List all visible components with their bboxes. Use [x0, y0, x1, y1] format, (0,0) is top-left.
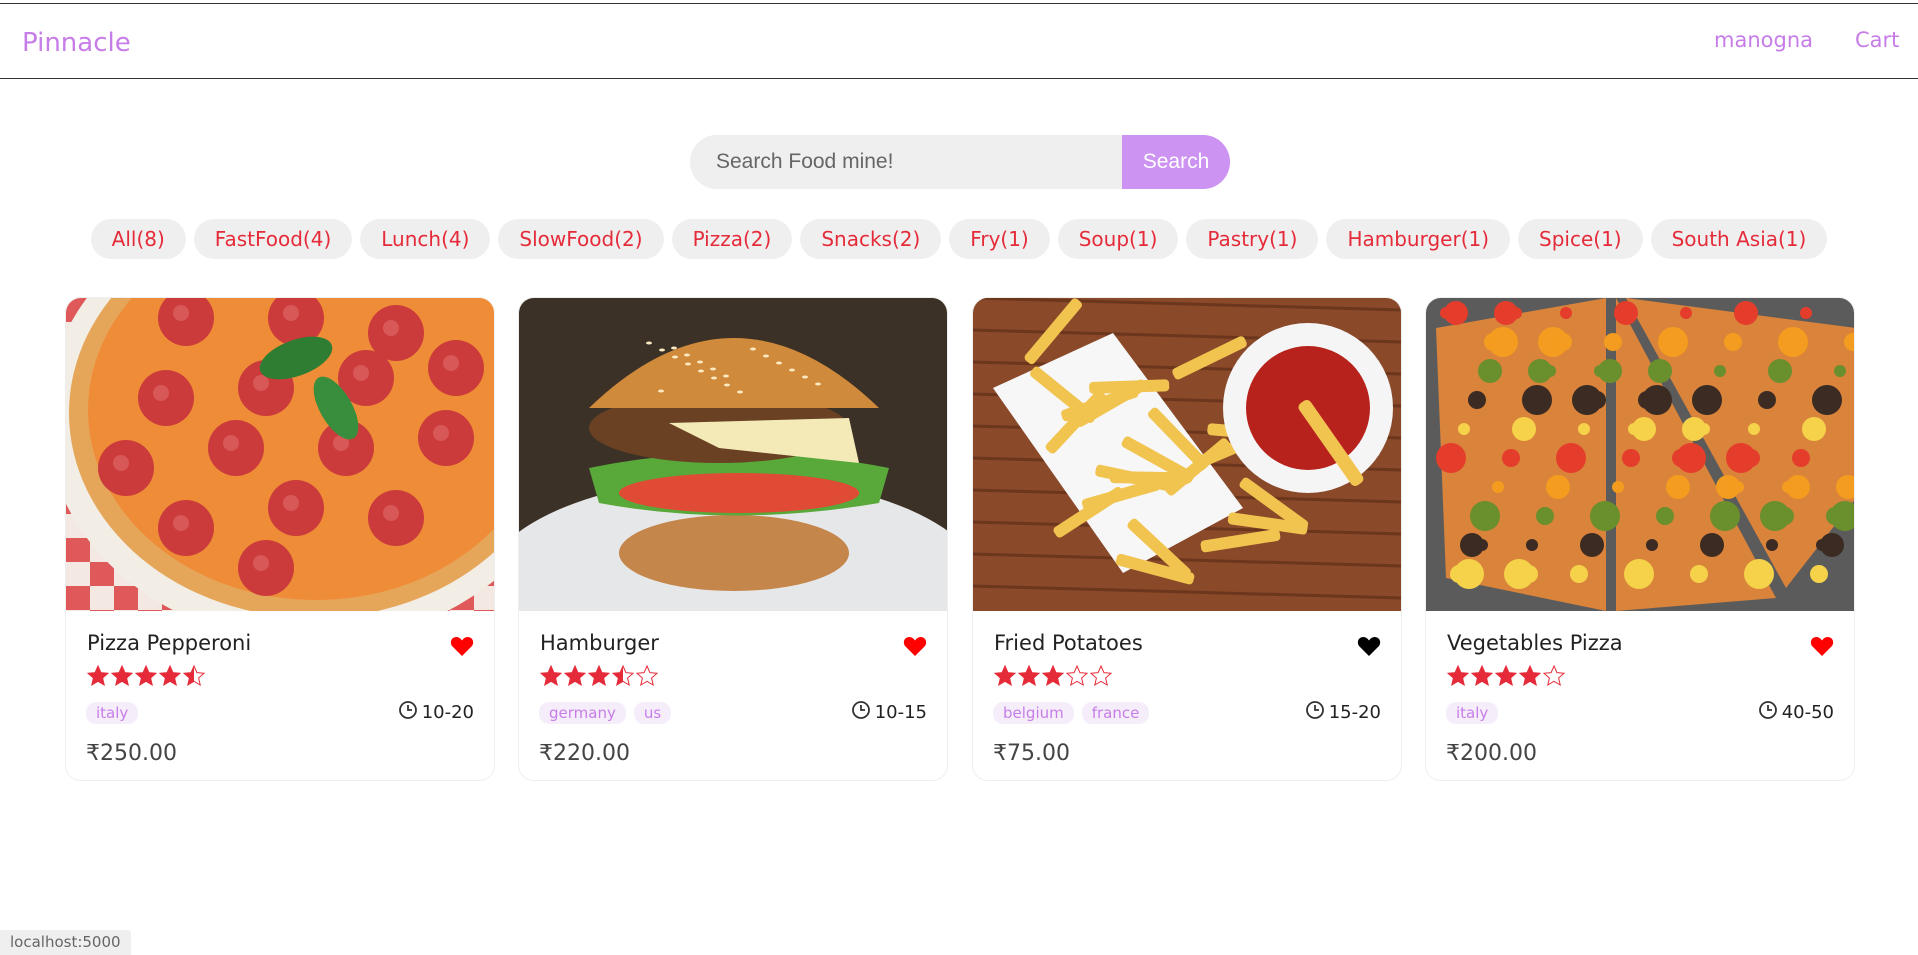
origin-tag: germany	[539, 702, 626, 724]
cook-time: 10-15	[851, 700, 927, 725]
favorite-heart-icon[interactable]	[1357, 635, 1381, 657]
star-icon	[158, 664, 182, 692]
cart-link[interactable]: Cart	[1855, 28, 1899, 52]
tag-chip[interactable]: Pastry(1)	[1186, 219, 1319, 259]
tag-chip[interactable]: SlowFood(2)	[498, 219, 664, 259]
star-icon	[563, 664, 587, 692]
clock-icon	[851, 700, 871, 725]
food-price: ₹75.00	[993, 741, 1070, 766]
origins: italy	[1446, 702, 1499, 724]
cook-time-text: 10-15	[874, 702, 927, 723]
food-name: Vegetables Pizza	[1447, 631, 1623, 655]
favorite-heart-icon[interactable]	[450, 635, 474, 657]
favorite-heart-icon[interactable]	[903, 635, 927, 657]
tag-chip[interactable]: Soup(1)	[1057, 219, 1179, 259]
tags-row: All(8) FastFood(4) Lunch(4) SlowFood(2) Pizz…	[0, 219, 1918, 259]
origin-tag: france	[1081, 702, 1150, 724]
user-link[interactable]: manogna	[1714, 28, 1813, 52]
search-bar: Search	[690, 135, 1230, 189]
cook-time: 40-50	[1758, 700, 1834, 725]
origin-tag: belgium	[993, 702, 1074, 724]
food-price: ₹220.00	[539, 741, 630, 766]
clock-icon	[1758, 700, 1778, 725]
search-input[interactable]	[690, 135, 1122, 189]
star-icon	[1542, 664, 1566, 692]
tag-chip[interactable]: Snacks(2)	[800, 219, 942, 259]
star-rating	[1446, 664, 1566, 690]
tag-chip[interactable]: Hamburger(1)	[1326, 219, 1511, 259]
logo-link[interactable]: Pinnacle	[22, 28, 131, 58]
star-icon	[1446, 664, 1470, 692]
star-icon	[182, 664, 206, 692]
food-card[interactable]: Hamburger germany us 10-15 ₹220.00	[518, 297, 948, 781]
search-button[interactable]: Search	[1122, 135, 1230, 189]
tag-chip[interactable]: Lunch(4)	[360, 219, 491, 259]
food-image[interactable]	[1426, 298, 1854, 611]
food-image[interactable]	[973, 298, 1401, 611]
star-icon	[1041, 664, 1065, 692]
star-icon	[635, 664, 659, 692]
favorite-heart-icon[interactable]	[1810, 635, 1834, 657]
tag-chip[interactable]: Fry(1)	[949, 219, 1050, 259]
star-icon	[587, 664, 611, 692]
tag-chip[interactable]: Pizza(2)	[671, 219, 793, 259]
origin-tag: italy	[1446, 702, 1499, 724]
header: Pinnacle manogna Cart	[0, 3, 1918, 79]
origin-tag: italy	[86, 702, 139, 724]
star-rating	[86, 664, 206, 690]
star-icon	[1065, 664, 1089, 692]
star-icon	[86, 664, 110, 692]
tag-chip[interactable]: Spice(1)	[1518, 219, 1643, 259]
status-url: localhost:5000	[0, 930, 131, 955]
origins: belgium france	[993, 702, 1150, 724]
food-name: Hamburger	[540, 631, 659, 655]
star-icon	[611, 664, 635, 692]
cook-time-text: 10-20	[421, 702, 474, 723]
star-icon	[1470, 664, 1494, 692]
origins: italy	[86, 702, 139, 724]
food-price: ₹250.00	[86, 741, 177, 766]
food-price: ₹200.00	[1446, 741, 1537, 766]
star-icon	[539, 664, 563, 692]
food-card[interactable]: Pizza Pepperoni italy 10-20 ₹250.00	[65, 297, 495, 781]
food-name: Pizza Pepperoni	[87, 631, 252, 655]
star-icon	[1089, 664, 1113, 692]
cook-time-text: 40-50	[1781, 702, 1834, 723]
star-icon	[993, 664, 1017, 692]
tag-chip[interactable]: All(8)	[90, 219, 186, 259]
tag-chip[interactable]: South Asia(1)	[1650, 219, 1828, 259]
food-name: Fried Potatoes	[994, 631, 1143, 655]
star-icon	[134, 664, 158, 692]
cook-time-text: 15-20	[1328, 702, 1381, 723]
origin-tag: us	[633, 702, 672, 724]
star-icon	[110, 664, 134, 692]
food-card[interactable]: Vegetables Pizza italy 40-50 ₹200.00	[1425, 297, 1855, 781]
food-card[interactable]: Fried Potatoes belgium france 15-20 ₹75.00	[972, 297, 1402, 781]
star-icon	[1494, 664, 1518, 692]
star-icon	[1017, 664, 1041, 692]
star-rating	[539, 664, 659, 690]
cook-time: 10-20	[398, 700, 474, 725]
food-image[interactable]	[519, 298, 947, 698]
food-image[interactable]	[66, 298, 494, 643]
star-rating	[993, 664, 1113, 690]
origins: germany us	[539, 702, 672, 724]
clock-icon	[1305, 700, 1325, 725]
clock-icon	[398, 700, 418, 725]
cook-time: 15-20	[1305, 700, 1381, 725]
tag-chip[interactable]: FastFood(4)	[193, 219, 353, 259]
star-icon	[1518, 664, 1542, 692]
